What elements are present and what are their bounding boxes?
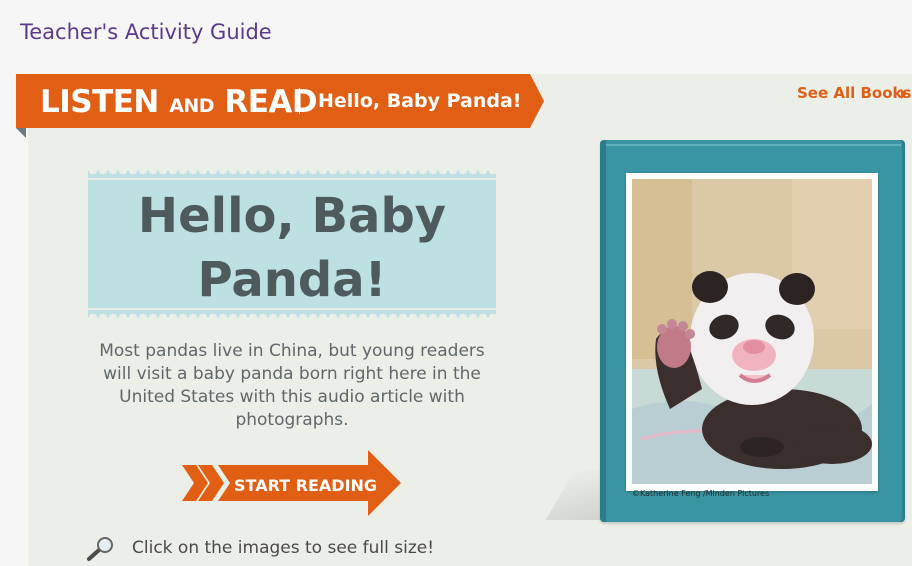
title-line-1: Hello, Baby	[137, 188, 447, 244]
title-card: Hello, Baby Panda!	[88, 170, 496, 318]
see-all-books-link[interactable]: See All Books	[797, 84, 911, 102]
banner-tip	[530, 74, 544, 128]
triangle-right-icon[interactable]	[901, 89, 907, 99]
book-spine	[600, 140, 606, 522]
zoom-hint: Click on the images to see full size!	[132, 538, 435, 558]
page-title: Hello, Baby Panda!	[88, 184, 496, 312]
book-edge	[606, 144, 901, 146]
baby-panda-photo[interactable]	[632, 179, 872, 484]
photo-credit: ©Katherine Feng /Minden Pictures	[632, 489, 770, 498]
brand-read: READ	[224, 84, 318, 120]
listen-and-read-logo: LISTEN AND READ	[40, 84, 318, 120]
start-reading-label: START READING	[234, 476, 378, 495]
guide-title[interactable]: Teacher's Activity Guide	[20, 20, 272, 44]
panda-illustration	[632, 179, 872, 484]
start-reading-button[interactable]: START READING	[182, 450, 404, 516]
title-line-2: Panda!	[197, 252, 387, 308]
banner-fold	[16, 128, 26, 138]
banner-divider	[299, 88, 300, 114]
brand-listen: LISTEN	[40, 84, 159, 120]
title-card-stripe-top	[88, 178, 496, 180]
book-description: Most pandas live in China, but young rea…	[99, 341, 485, 430]
magnifier-icon	[87, 537, 113, 561]
top-bar: Teacher's Activity Guide	[0, 0, 912, 74]
banner-book-title: Hello, Baby Panda!	[318, 90, 522, 112]
brand-and: AND	[169, 95, 215, 117]
